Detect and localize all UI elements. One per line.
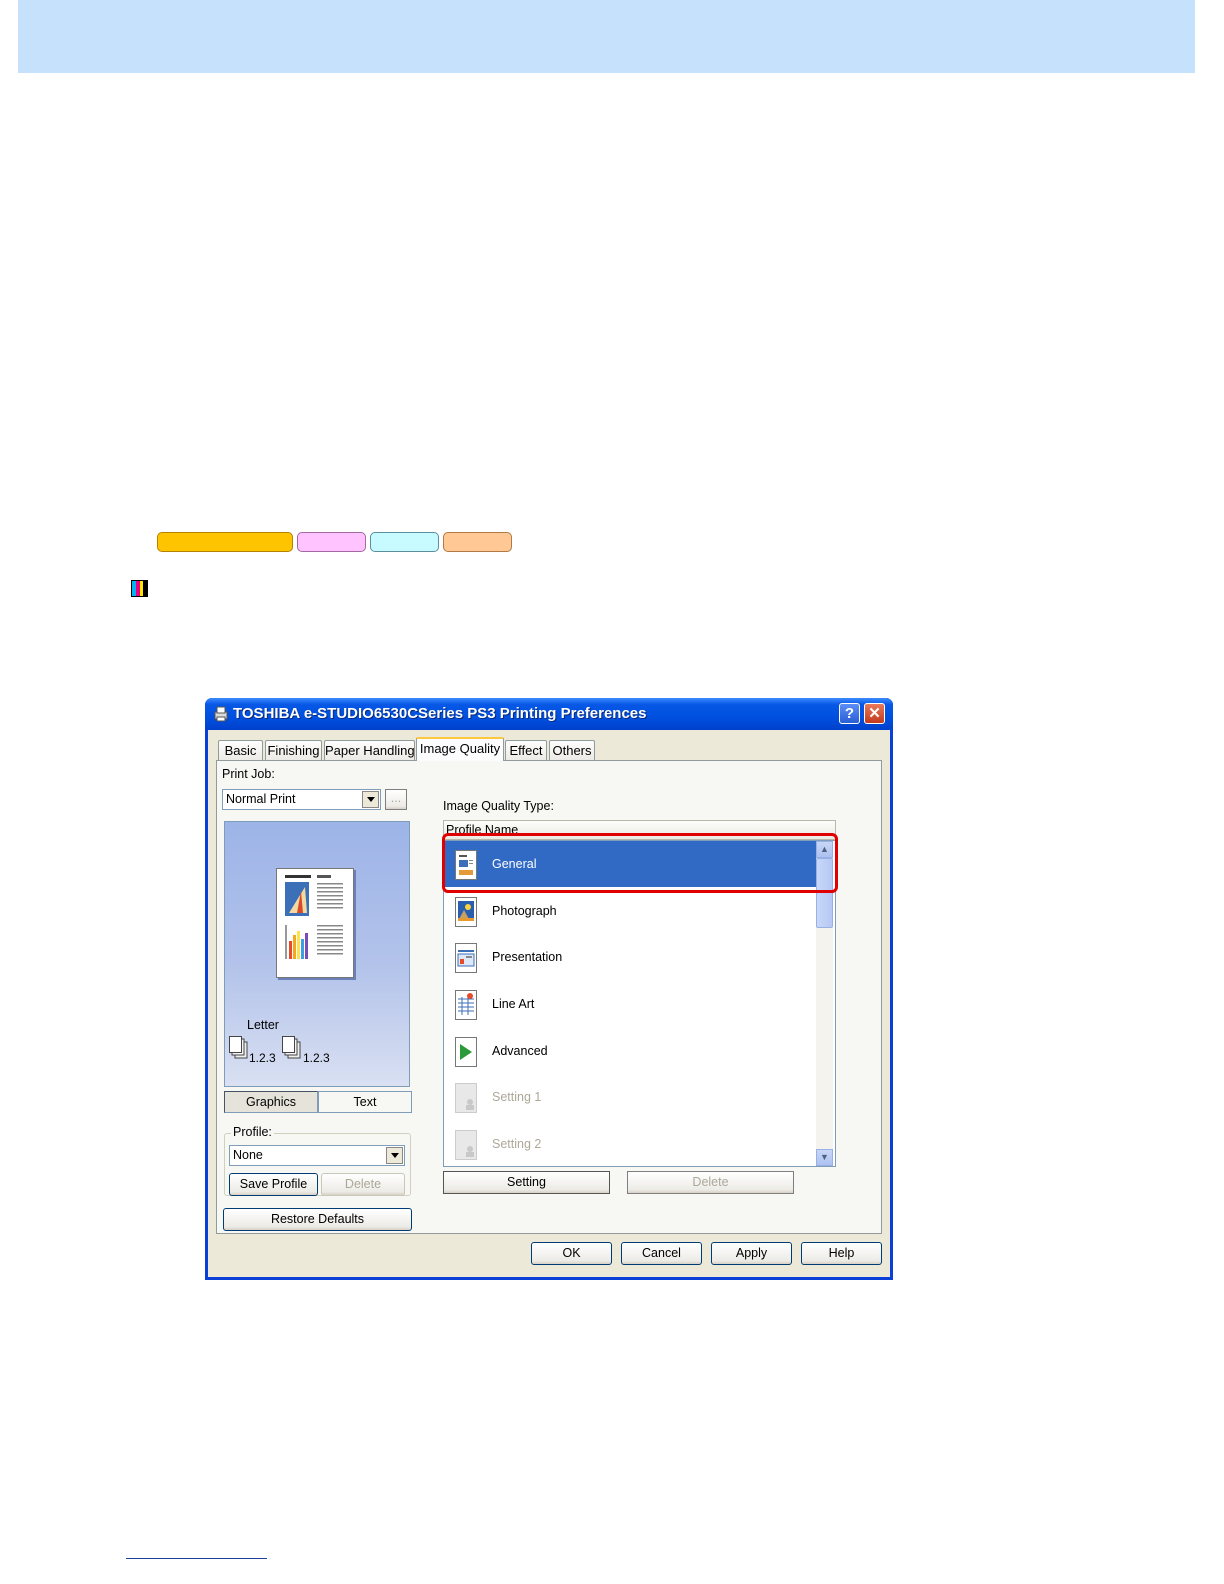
profile-label: Profile:	[231, 1125, 274, 1139]
list-item-setting-2[interactable]: Setting 2	[444, 1121, 816, 1166]
chevron-down-icon[interactable]	[386, 1147, 403, 1164]
list-item-presentation[interactable]: Presentation	[444, 934, 816, 980]
tab-others[interactable]: Others	[549, 740, 595, 760]
footer-link-underline[interactable]	[126, 1558, 267, 1559]
image-quality-panel: Print Job: Normal Print ... Letter 1.2.3…	[216, 760, 882, 1234]
scroll-thumb[interactable]	[816, 858, 833, 928]
collate-copies-icon	[282, 1036, 301, 1059]
print-preview: Letter 1.2.3 1.2.3	[224, 821, 410, 1087]
profile-value: None	[233, 1148, 263, 1162]
tab-effect[interactable]: Effect	[505, 740, 547, 760]
category-chip-3	[370, 532, 439, 552]
list-item-label: Setting 1	[492, 1090, 542, 1104]
list-item-photograph[interactable]: Photograph	[444, 888, 816, 934]
help-title-button[interactable]: ?	[839, 703, 860, 724]
list-item-label: Setting 2	[492, 1137, 542, 1151]
tab-basic[interactable]: Basic	[218, 740, 263, 760]
photograph-icon	[455, 897, 477, 927]
list-item-label: Line Art	[492, 997, 535, 1011]
image-quality-type-label: Image Quality Type:	[443, 799, 554, 813]
collate-copies-icon	[229, 1036, 248, 1059]
delete-profile-button[interactable]: Delete	[321, 1173, 405, 1196]
presentation-icon	[455, 943, 477, 973]
printer-icon	[214, 706, 228, 722]
delete-setting-button[interactable]: Delete	[627, 1171, 794, 1194]
category-chip-2	[297, 532, 366, 552]
help-button[interactable]: Help	[801, 1242, 882, 1265]
save-profile-button[interactable]: Save Profile	[229, 1173, 318, 1196]
scroll-down-icon[interactable]: ▼	[816, 1149, 833, 1166]
chevron-down-icon[interactable]	[362, 791, 379, 808]
list-item-label: Photograph	[492, 904, 557, 918]
scroll-up-icon[interactable]: ▲	[816, 841, 833, 858]
category-chip-4	[443, 532, 512, 552]
color-bars-icon	[131, 580, 148, 597]
cancel-button[interactable]: Cancel	[621, 1242, 702, 1265]
print-job-label: Print Job:	[222, 767, 275, 781]
list-item-line-art[interactable]: Line Art	[444, 981, 816, 1027]
list-item-label: General	[492, 857, 537, 871]
text-toggle[interactable]: Text	[318, 1091, 412, 1113]
dialog-client-area: Basic Finishing Paper Handling Image Qua…	[208, 730, 890, 1277]
setting-icon	[455, 1083, 477, 1113]
list-item-label: Presentation	[492, 950, 563, 964]
image-quality-list: General Photograph Presentation Line Art…	[443, 840, 836, 1167]
list-item-general[interactable]: General	[444, 841, 816, 887]
tab-finishing[interactable]: Finishing	[265, 740, 322, 760]
print-job-value: Normal Print	[226, 792, 296, 806]
printing-preferences-dialog: TOSHIBA e-STUDIO6530CSeries PS3 Printing…	[205, 698, 893, 1280]
dialog-title: TOSHIBA e-STUDIO6530CSeries PS3 Printing…	[233, 705, 647, 722]
copies-label-1: 1.2.3	[249, 1051, 276, 1065]
dialog-titlebar: TOSHIBA e-STUDIO6530CSeries PS3 Printing…	[205, 698, 893, 730]
document-preview-icon	[276, 868, 354, 978]
category-chip-1	[157, 532, 293, 552]
copies-label-2: 1.2.3	[303, 1051, 330, 1065]
close-button[interactable]: ✕	[864, 703, 885, 724]
apply-button[interactable]: Apply	[711, 1242, 792, 1265]
setting-icon	[455, 1130, 477, 1160]
advanced-icon	[455, 1037, 477, 1067]
list-item-label: Advanced	[492, 1044, 548, 1058]
print-job-more-button[interactable]: ...	[385, 789, 407, 810]
tab-paper-handling[interactable]: Paper Handling	[324, 740, 415, 760]
line-art-icon	[455, 990, 477, 1020]
ok-button[interactable]: OK	[531, 1242, 612, 1265]
print-job-select[interactable]: Normal Print	[222, 789, 381, 810]
setting-button[interactable]: Setting	[443, 1171, 610, 1194]
list-scrollbar[interactable]: ▲ ▼	[816, 841, 833, 1166]
restore-defaults-button[interactable]: Restore Defaults	[223, 1208, 412, 1231]
paper-size-label: Letter	[247, 1018, 279, 1032]
tab-image-quality[interactable]: Image Quality	[416, 737, 504, 761]
page-header-band	[18, 0, 1195, 73]
list-item-advanced[interactable]: Advanced	[444, 1028, 816, 1074]
general-icon	[455, 850, 477, 880]
graphics-toggle[interactable]: Graphics	[224, 1091, 318, 1113]
profile-name-column-header[interactable]: Profile Name	[443, 820, 836, 840]
list-item-setting-1[interactable]: Setting 1	[444, 1074, 816, 1120]
profile-select[interactable]: None	[229, 1145, 405, 1166]
